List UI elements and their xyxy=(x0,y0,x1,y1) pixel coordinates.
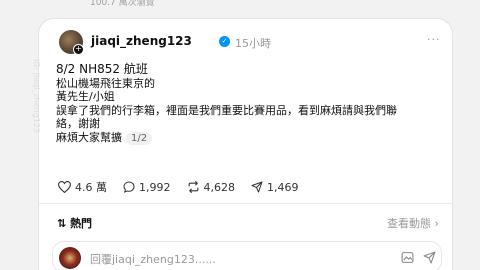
share-count: 1,469 xyxy=(267,180,299,194)
image-icon[interactable] xyxy=(401,251,414,264)
view-count: 100.7 萬次瀏覽 xyxy=(90,0,155,8)
heart-icon xyxy=(58,181,71,193)
top-strip: 100.7 萬次瀏覽 xyxy=(0,0,480,14)
post-line-text: 麻煩大家幫擴 xyxy=(56,130,122,144)
comment-count: 1,992 xyxy=(139,180,171,194)
sort-icon: ⇅ xyxy=(57,217,67,230)
repost-count: 4,628 xyxy=(203,180,236,194)
username[interactable]: jiaqi_zheng123 xyxy=(91,34,192,48)
watermark: IG: jiaqi_zheng123 xyxy=(32,59,41,134)
more-options-button[interactable]: ··· xyxy=(427,33,441,46)
post-line: 麻煩大家幫擴 1/2 xyxy=(56,130,446,145)
post-text: 8/2 NH852 航班 松山機場飛往東京的 黃先生/小姐 誤拿了我們的行李箱，… xyxy=(56,62,446,145)
post-line: 8/2 NH852 航班 xyxy=(56,62,148,76)
chevron-right-icon: › xyxy=(434,217,439,230)
repost-button[interactable]: 4,628 xyxy=(187,180,236,194)
follow-plus-icon[interactable]: + xyxy=(73,44,84,55)
like-count: 4.6 萬 xyxy=(75,181,107,194)
post-time: 15小時 xyxy=(235,37,271,50)
comment-button[interactable]: 1,992 xyxy=(123,181,171,194)
post-line: 黃先生/小姐 xyxy=(56,90,115,103)
post-card: + jiaqi_zheng123 ✓ 15小時 ··· 8/2 NH852 航班… xyxy=(32,18,454,270)
activity-label: 查看動態 xyxy=(387,217,431,230)
sort-label: 熱門 xyxy=(70,217,93,230)
post-line: 誤拿了我們的行李箱，裡面是我們重要比賽用品，看到麻煩請與我們聯 xyxy=(56,103,397,117)
comment-icon xyxy=(123,181,135,193)
reply-avatar xyxy=(59,247,81,269)
action-bar: 4.6 萬 1,992 4,628 1,469 xyxy=(58,179,299,195)
view-activity-link[interactable]: 查看動態 › xyxy=(387,215,439,231)
verified-badge-icon: ✓ xyxy=(219,36,230,47)
divider xyxy=(39,203,454,204)
post-line: 絡，謝謝 xyxy=(56,117,100,130)
share-button[interactable]: 1,469 xyxy=(251,181,299,194)
send-reply-icon[interactable] xyxy=(423,251,436,264)
sort-dropdown[interactable]: ⇅ 熱門 xyxy=(57,215,92,231)
repost-icon xyxy=(188,181,198,193)
post-line: 松山機場飛往東京的 xyxy=(56,76,155,90)
reply-input[interactable]: 回覆jiaqi_zheng123...... xyxy=(90,251,216,267)
send-icon xyxy=(251,181,263,193)
like-button[interactable]: 4.6 萬 xyxy=(58,179,107,195)
reply-box[interactable]: 回覆jiaqi_zheng123...... xyxy=(52,241,442,270)
page-indicator: 1/2 xyxy=(126,131,153,145)
